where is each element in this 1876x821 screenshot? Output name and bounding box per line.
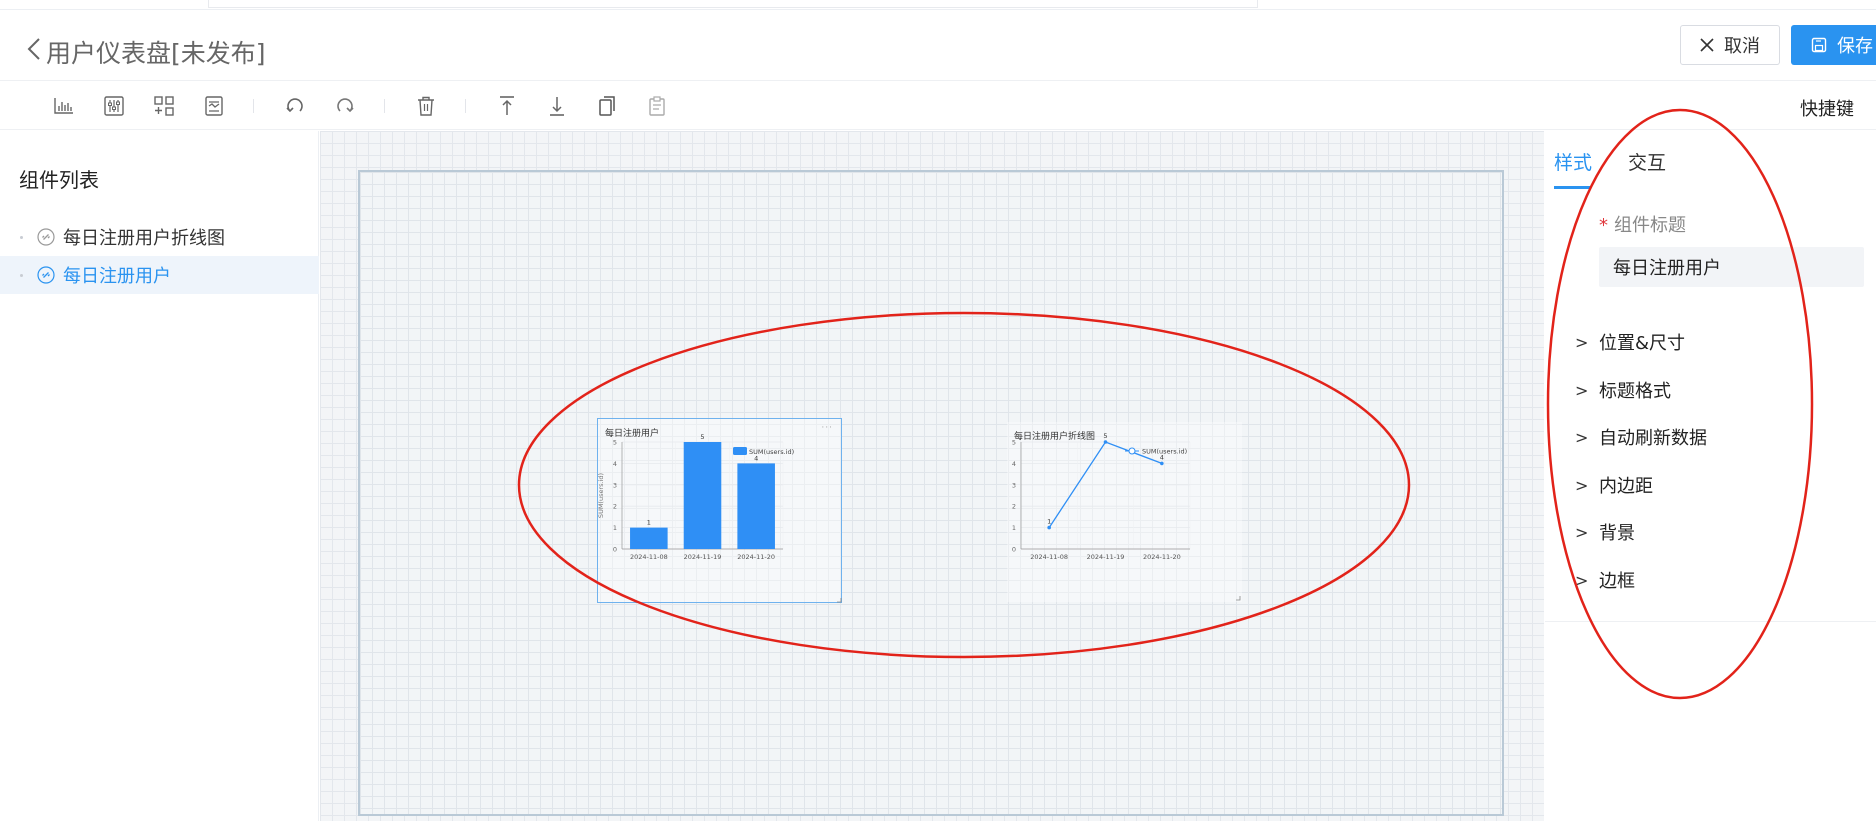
y-tick-label: 5 — [613, 439, 617, 447]
data-label: 1 — [1047, 518, 1051, 526]
bring-to-front-icon[interactable] — [494, 94, 520, 118]
tab-style[interactable]: 样式 — [1554, 148, 1592, 175]
y-axis-label: SUM(users.id) — [598, 473, 605, 518]
chevron-right-icon: > — [1575, 570, 1589, 590]
field-label: * 组件标题 — [1599, 215, 1686, 236]
required-mark: * — [1599, 215, 1608, 236]
chevron-right-icon: > — [1575, 427, 1589, 447]
x-tick-label: 2024-11-20 — [1143, 553, 1181, 561]
report-icon[interactable] — [201, 94, 227, 118]
resize-handle — [837, 598, 842, 603]
line-chart: 0 1 2 3 4 5 SUM(users.id) 2024-11-08 2024-11-19 2… — [1012, 432, 1241, 601]
x-tick-label: 2024-11-08 — [630, 553, 668, 561]
section-border[interactable]: > 边框 — [1575, 567, 1635, 593]
page-title: 用户仪表盘[未发布] — [46, 39, 266, 68]
y-tick-label: 0 — [613, 546, 617, 554]
filter-control-icon[interactable] — [101, 94, 127, 118]
chevron-right-icon: > — [1575, 522, 1589, 542]
y-tick-label: 1 — [1012, 524, 1016, 532]
component-list-title: 组件列表 — [19, 168, 99, 192]
dashboard-board[interactable]: 每日注册用户 ··· 0 1 2 3 4 5 SUM(users.id) 2024-11-08… — [358, 170, 1504, 816]
y-tick-label: 4 — [613, 460, 617, 468]
section-padding[interactable]: > 内边距 — [1575, 472, 1653, 498]
resize-handle — [1236, 596, 1241, 601]
y-tick-label: 0 — [1012, 546, 1016, 554]
app-window: 用户仪表盘[未发布] 取消 保存 快捷键 组件列表 每日注册用户折线图 每日注册… — [0, 0, 1876, 821]
y-tick-label: 3 — [613, 481, 617, 489]
y-tick-label: 2 — [1012, 503, 1016, 511]
x-tick-label: 2024-11-08 — [1030, 553, 1068, 561]
component-item-label: 每日注册用户折线图 — [63, 228, 225, 249]
property-tabs: 样式 交互 — [1545, 131, 1876, 191]
data-point — [1047, 525, 1051, 530]
page-header: 用户仪表盘[未发布] 取消 保存 — [0, 11, 1876, 81]
chevron-right-icon: > — [1575, 332, 1589, 352]
bar — [737, 463, 775, 549]
x-tick-label: 2024-11-20 — [737, 553, 775, 561]
close-icon — [1700, 33, 1714, 57]
cancel-button[interactable]: 取消 — [1680, 25, 1780, 65]
save-icon — [1811, 37, 1827, 53]
legend-marker — [1128, 447, 1136, 455]
legend-swatch — [733, 447, 747, 455]
component-list-panel: 组件列表 每日注册用户折线图 每日注册用户 — [0, 131, 319, 821]
x-tick-label: 2024-11-19 — [684, 553, 722, 561]
send-to-back-icon[interactable] — [544, 94, 570, 118]
y-tick-label: 3 — [1012, 481, 1016, 489]
y-tick-label: 1 — [613, 524, 617, 532]
editor-toolbar: 快捷键 — [0, 82, 1876, 130]
bar-chart-widget[interactable]: 每日注册用户 ··· 0 1 2 3 4 5 SUM(users.id) 2024-11-08… — [597, 418, 842, 603]
section-auto-refresh[interactable]: > 自动刷新数据 — [1575, 424, 1707, 450]
layout-grid-icon[interactable] — [151, 94, 177, 118]
save-label: 保存 — [1837, 36, 1873, 57]
legend-label: SUM(users.id) — [1142, 448, 1187, 456]
tab-interaction[interactable]: 交互 — [1628, 148, 1666, 175]
section-background[interactable]: > 背景 — [1575, 519, 1635, 545]
copy-icon[interactable] — [594, 94, 620, 118]
bar — [683, 442, 722, 549]
chevron-right-icon: > — [1575, 475, 1589, 495]
cancel-label: 取消 — [1724, 36, 1760, 57]
y-tick-label: 2 — [613, 503, 617, 511]
component-item-bar-chart[interactable]: 每日注册用户 — [0, 256, 319, 294]
paste-icon[interactable] — [644, 94, 670, 118]
section-title-format[interactable]: > 标题格式 — [1575, 377, 1671, 403]
chevron-right-icon: > — [1575, 380, 1589, 400]
y-tick-label: 4 — [1012, 460, 1016, 468]
bar-chart: 0 1 2 3 4 5 SUM(users.id) 2024-11-08 2024-11-19 2… — [598, 433, 842, 603]
chevron-left-icon — [26, 36, 42, 69]
component-item-label: 每日注册用户 — [63, 266, 171, 287]
y-tick-label: 5 — [1012, 439, 1016, 447]
data-point — [1103, 440, 1108, 444]
save-button[interactable]: 保存 — [1791, 25, 1876, 65]
data-label: 1 — [647, 519, 651, 527]
undo-icon[interactable] — [282, 94, 308, 118]
shortcut-button[interactable]: 快捷键 — [1800, 95, 1854, 121]
property-panel: 样式 交互 * 组件标题 每日注册用户 > 位置&尺寸 > 标题格式 > 自动刷新数据 … — [1545, 131, 1876, 821]
component-item-line-chart[interactable]: 每日注册用户折线图 — [0, 218, 319, 256]
link-icon — [37, 228, 55, 246]
delete-icon[interactable] — [413, 94, 439, 118]
component-title-input[interactable]: 每日注册用户 — [1599, 247, 1864, 287]
active-tab-indicator — [1554, 186, 1590, 189]
design-canvas[interactable]: 每日注册用户 ··· 0 1 2 3 4 5 SUM(users.id) 2024-11-08… — [320, 131, 1544, 821]
redo-icon[interactable] — [332, 94, 358, 118]
x-tick-label: 2024-11-19 — [1087, 553, 1125, 561]
data-label: 5 — [1103, 432, 1107, 440]
line-chart-widget[interactable]: 每日注册用户折线图 012345SUM(users.id)2024-11-082… — [1007, 422, 1242, 602]
data-point — [1160, 461, 1164, 466]
section-position-size[interactable]: > 位置&尺寸 — [1575, 329, 1685, 355]
data-label: 5 — [700, 433, 704, 441]
link-icon — [37, 266, 55, 284]
bar — [630, 527, 668, 549]
legend-label: SUM(users.id) — [749, 448, 794, 456]
back-link[interactable]: 用户仪表盘[未发布] — [26, 34, 266, 70]
bar-chart-icon[interactable] — [51, 94, 77, 118]
top-strip — [0, 0, 1876, 10]
